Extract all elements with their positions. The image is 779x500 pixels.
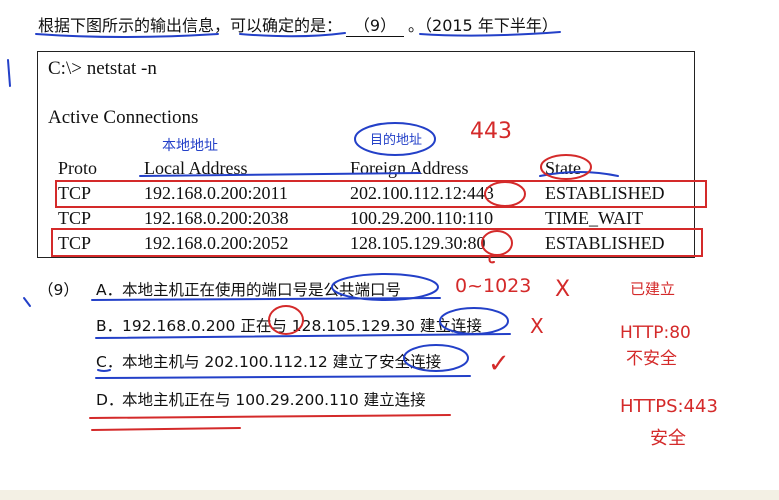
row-proto: TCP xyxy=(58,233,92,253)
option-text: 本地主机与 202.100.112.12 建立了安全连接 xyxy=(122,353,442,371)
question-source: 。（2015 年下半年） xyxy=(408,16,558,35)
margin-mark xyxy=(7,59,11,87)
underline-option-d xyxy=(89,414,451,419)
row-foreign-address: 202.100.112.12:443 xyxy=(350,183,494,203)
table-header-row: Proto Local Address Foreign Address Stat… xyxy=(38,158,694,182)
option-letter: B． xyxy=(96,317,123,335)
note-http: HTTP:80 xyxy=(620,323,691,343)
table-row: TCP 192.168.0.200:2052 128.105.129.30:80… xyxy=(38,233,694,257)
row-local-address: 192.168.0.200:2052 xyxy=(144,233,289,253)
header-proto: Proto xyxy=(58,158,98,178)
note-https: HTTPS:443 xyxy=(620,396,718,417)
active-connections-title: Active Connections xyxy=(48,107,199,128)
underline-option-d-2 xyxy=(91,427,241,431)
option-text: 本地主机正在与 100.29.200.110 建立连接 xyxy=(122,391,426,409)
question-blank: （9） xyxy=(346,12,405,37)
option-question-number: （9） xyxy=(38,281,79,299)
header-state: State xyxy=(545,158,581,178)
mark-wrong-a: X xyxy=(555,277,570,302)
mark-right-c: ✓ xyxy=(488,349,510,379)
netstat-output-box: C:\> netstat -n Active Connections Proto… xyxy=(37,51,695,258)
row-proto: TCP xyxy=(58,183,92,203)
option-c[interactable]: C．本地主机与 202.100.112.12 建立了安全连接 xyxy=(96,350,441,372)
header-foreign-address: Foreign Address xyxy=(350,158,469,178)
row-state: ESTABLISHED xyxy=(545,233,665,253)
header-local-address: Local Address xyxy=(144,158,248,178)
note-port-range: 0~1023 xyxy=(455,275,531,297)
note-http-insecure: 不安全 xyxy=(626,349,677,369)
row-foreign-address: 100.29.200.110:110 xyxy=(350,208,494,228)
option-b[interactable]: B．192.168.0.200 正在与 128.105.129.30 建立连接 xyxy=(96,314,482,336)
option-a-tick-mark xyxy=(23,297,31,307)
row-proto: TCP xyxy=(58,208,92,228)
option-a[interactable]: A．本地主机正在使用的端口号是公共端口号 xyxy=(96,278,401,300)
row-local-address: 192.168.0.200:2038 xyxy=(144,208,289,228)
command-line: C:\> netstat -n xyxy=(48,58,157,79)
row-local-address: 192.168.0.200:2011 xyxy=(144,183,288,203)
row-state: TIME_WAIT xyxy=(545,208,643,228)
note-established: 已建立 xyxy=(630,280,675,298)
underline-option-c xyxy=(95,375,471,379)
question-stem: 根据下图所示的输出信息，可以确定的是： （9） 。（2015 年下半年） xyxy=(38,12,558,37)
question-text: 根据下图所示的输出信息，可以确定的是： xyxy=(38,16,343,35)
mark-wrong-b: X xyxy=(530,314,544,338)
option-d[interactable]: D．本地主机正在与 100.29.200.110 建立连接 xyxy=(96,388,426,410)
table-row: TCP 192.168.0.200:2011 202.100.112.12:44… xyxy=(38,183,694,207)
note-https-secure: 安全 xyxy=(650,428,686,449)
option-text: 192.168.0.200 正在与 128.105.129.30 建立连接 xyxy=(122,317,482,335)
table-row: TCP 192.168.0.200:2038 100.29.200.110:11… xyxy=(38,208,694,232)
row-foreign-address: 128.105.129.30:80 xyxy=(350,233,486,253)
option-letter: C． xyxy=(96,353,123,371)
option-letter: D． xyxy=(96,391,124,409)
option-text: 本地主机正在使用的端口号是公共端口号 xyxy=(122,281,402,299)
bottom-strip xyxy=(0,490,779,500)
row-state: ESTABLISHED xyxy=(545,183,665,203)
option-letter: A． xyxy=(96,281,123,299)
